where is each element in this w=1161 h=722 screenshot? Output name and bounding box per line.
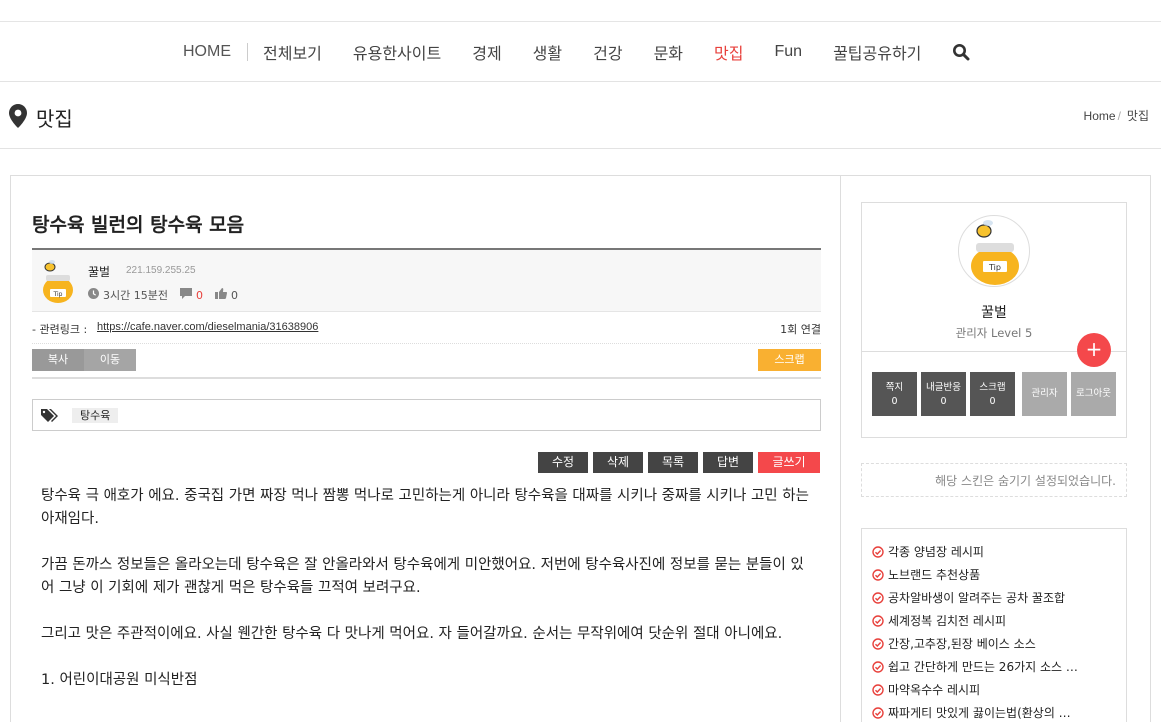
- copy-button[interactable]: 복사: [32, 349, 84, 371]
- breadcrumb: Home / 맛집: [1084, 107, 1149, 124]
- check-circle-icon: [872, 683, 884, 696]
- author-info: Tip 꿀벌 221.159.255.25 3시간 15분전 0 0: [32, 250, 821, 312]
- sidebar: Tip 꿀벌 관리자 Level 5 + 쪽지 0 내글반응 0 스크랩 0 관…: [840, 175, 1151, 722]
- profile-name: 꿀벌: [981, 305, 1007, 321]
- nav-item-restaurants[interactable]: 맛집: [714, 40, 743, 64]
- memo-button[interactable]: 쪽지 0: [872, 372, 917, 416]
- reactions-count: 0: [940, 396, 947, 407]
- svg-text:Tip: Tip: [988, 263, 1001, 272]
- page-title: 맛집: [36, 107, 73, 131]
- related-link[interactable]: https://cafe.naver.com/dieselmania/31638…: [97, 321, 318, 333]
- comment-icon: [179, 288, 192, 302]
- map-pin-icon: [9, 104, 27, 132]
- post-paragraph: 탕수육 극 애호가 에요. 중국집 가면 짜장 먹나 짬뽕 먹나로 고민하는게 …: [41, 488, 809, 527]
- tag-item[interactable]: 탕수육: [72, 408, 119, 423]
- list-item[interactable]: 공차알바생이 알려주는 공차 꿀조합: [872, 586, 1126, 609]
- scrap-button[interactable]: 스크랩: [758, 349, 821, 371]
- profile-card: Tip 꿀벌 관리자 Level 5 + 쪽지 0 내글반응 0 스크랩 0 관…: [861, 202, 1127, 438]
- post-paragraph: 그리고 맛은 주관적이에요. 사실 웬간한 탕수육 다 맛나게 먹어요. 자 들…: [41, 626, 783, 642]
- hidden-skin-notice: 해당 스킨은 숨기기 설정되었습니다.: [861, 463, 1127, 497]
- check-circle-icon: [872, 568, 884, 581]
- svg-text:Tip: Tip: [53, 291, 63, 298]
- admin-button-row: 복사 이동 스크랩: [32, 349, 821, 379]
- memo-count: 0: [891, 396, 898, 407]
- reactions-label: 내글반응: [926, 382, 961, 393]
- admin-button[interactable]: 관리자: [1022, 372, 1067, 416]
- post-paragraph: 가끔 돈까스 정보들은 올라오는데 탕수육은 잘 안올라와서 탕수육에게 미안했…: [41, 557, 804, 596]
- logout-button[interactable]: 로그아웃: [1071, 372, 1116, 416]
- delete-button[interactable]: 삭제: [593, 452, 643, 473]
- like-count: 0: [230, 288, 238, 302]
- post-content-area: 탕수육 빌런의 탕수육 모음 Tip 꿀벌 221.159.255.25 3시간…: [10, 175, 840, 722]
- list-item-label: 공차알바생이 알려주는 공차 꿀조합: [888, 591, 1066, 605]
- top-strip: [0, 0, 1161, 22]
- add-button[interactable]: +: [1077, 333, 1111, 367]
- move-button[interactable]: 이동: [84, 349, 136, 371]
- nav-item-health[interactable]: 건강: [593, 40, 622, 64]
- profile-avatar[interactable]: Tip: [958, 215, 1030, 287]
- list-item[interactable]: 마약옥수수 레시피: [872, 678, 1126, 701]
- nav-item-useful-sites[interactable]: 유용한사이트: [353, 40, 441, 64]
- list-item[interactable]: 짜파게티 맛있게 끓이는법(환상의 …: [872, 701, 1126, 722]
- my-scrap-button[interactable]: 스크랩 0: [970, 372, 1015, 416]
- list-item-label: 짜파게티 맛있게 끓이는법(환상의 …: [888, 706, 1071, 720]
- scrap-count: 0: [989, 396, 996, 407]
- nav-home[interactable]: HOME: [183, 43, 231, 61]
- thumbs-up-icon[interactable]: [214, 288, 228, 302]
- popular-posts-list: 각종 양념장 레시피 노브랜드 추천상품 공차알바생이 알려주는 공차 꿀조합 …: [861, 528, 1127, 722]
- search-icon[interactable]: [952, 43, 970, 61]
- nav-item-fun[interactable]: Fun: [774, 43, 802, 61]
- nav-item-tip-share[interactable]: 꿀팁공유하기: [833, 40, 921, 64]
- list-item-label: 마약옥수수 레시피: [888, 683, 981, 697]
- post-meta: 3시간 15분전 0 0: [88, 287, 238, 303]
- my-post-reactions-button[interactable]: 내글반응 0: [921, 372, 966, 416]
- edit-button[interactable]: 수정: [538, 452, 588, 473]
- reply-button[interactable]: 답변: [703, 452, 753, 473]
- list-item[interactable]: 쉽고 간단하게 만드는 26가지 소스 …: [872, 655, 1126, 678]
- list-item[interactable]: 각종 양념장 레시피: [872, 540, 1126, 563]
- breadcrumb-separator: /: [1117, 109, 1121, 123]
- main-nav: HOME 전체보기 유용한사이트 경제 생활 건강 문화 맛집 Fun 꿀팁공유…: [0, 23, 1161, 82]
- author-ip: 221.159.255.25: [126, 265, 196, 276]
- nav-item-culture[interactable]: 문화: [654, 40, 683, 64]
- list-item-label: 노브랜드 추천상품: [888, 568, 981, 582]
- breadcrumb-current: 맛집: [1126, 109, 1149, 123]
- list-item-label: 쉽고 간단하게 만드는 26가지 소스 …: [888, 660, 1078, 674]
- tags-icon: [41, 408, 59, 427]
- link-click-count: 1회 연결: [780, 323, 821, 336]
- nav-item-all[interactable]: 전체보기: [263, 40, 322, 64]
- page-title-bar: 맛집 Home / 맛집: [0, 83, 1161, 149]
- post-title: 탕수육 빌런의 탕수육 모음: [32, 214, 245, 236]
- list-item[interactable]: 간장,고추장,된장 베이스 소스: [872, 632, 1126, 655]
- author-name[interactable]: 꿀벌: [88, 263, 110, 280]
- related-link-label: - 관련링크 :: [32, 323, 88, 336]
- list-item[interactable]: 노브랜드 추천상품: [872, 563, 1126, 586]
- scrap-label: 스크랩: [979, 382, 1006, 393]
- post-body: 탕수육 극 애호가 에요. 중국집 가면 짜장 먹나 짬뽕 먹나로 고민하는게 …: [41, 485, 811, 715]
- list-item-label: 세계정복 김치전 레시피: [888, 614, 1007, 628]
- list-item[interactable]: 세계정복 김치전 레시피: [872, 609, 1126, 632]
- post-time: 3시간 15분전: [103, 289, 168, 302]
- breadcrumb-home[interactable]: Home: [1084, 109, 1116, 123]
- nav-item-economy[interactable]: 경제: [472, 40, 501, 64]
- post-paragraph: 1. 어린이대공원 미식반점: [41, 672, 198, 688]
- list-item-label: 각종 양념장 레시피: [888, 545, 984, 559]
- nav-item-life[interactable]: 생활: [533, 40, 562, 64]
- comment-count: 0: [195, 288, 203, 302]
- check-circle-icon: [872, 591, 884, 604]
- memo-label: 쪽지: [885, 382, 904, 393]
- check-circle-icon: [872, 660, 884, 673]
- list-button[interactable]: 목록: [648, 452, 698, 473]
- check-circle-icon: [872, 637, 884, 650]
- nav-divider: [247, 43, 248, 61]
- check-circle-icon: [872, 706, 884, 719]
- write-button[interactable]: 글쓰기: [758, 452, 820, 473]
- author-avatar[interactable]: Tip: [38, 257, 78, 309]
- tag-box: 탕수육: [32, 399, 821, 431]
- clock-icon: [88, 288, 99, 302]
- related-link-row: - 관련링크 : https://cafe.naver.com/dieselma…: [32, 313, 821, 344]
- check-circle-icon: [872, 545, 884, 558]
- check-circle-icon: [872, 614, 884, 627]
- list-item-label: 간장,고추장,된장 베이스 소스: [888, 637, 1036, 651]
